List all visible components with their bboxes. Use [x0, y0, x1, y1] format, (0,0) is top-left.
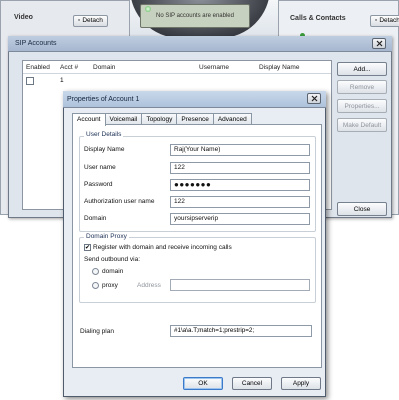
user-details-group-title: User Details: [84, 131, 124, 138]
close-icon: [311, 95, 317, 102]
remove-account-button[interactable]: Remove: [337, 80, 387, 94]
column-header-username[interactable]: Username: [199, 64, 229, 71]
outbound-proxy-radio[interactable]: [92, 282, 99, 289]
auth-user-name-input[interactable]: 122: [170, 196, 310, 208]
auth-user-name-label: Authorization user name: [84, 198, 155, 205]
outbound-domain-label: domain: [102, 268, 124, 275]
column-header-acct[interactable]: Acct #: [60, 64, 78, 71]
dialing-plan-label: Dialing plan: [80, 328, 114, 335]
apply-button[interactable]: Apply: [281, 377, 321, 390]
properties-button[interactable]: Properties...: [337, 99, 387, 113]
display-name-input[interactable]: Raj(Your Name): [170, 144, 310, 156]
ok-button[interactable]: OK: [183, 377, 223, 390]
password-input[interactable]: ●●●●●●●: [170, 179, 310, 191]
tab-account[interactable]: Account: [72, 113, 106, 126]
status-lamp-icon: [145, 6, 151, 12]
send-outbound-label: Send outbound via:: [84, 256, 141, 263]
account-number: 1: [60, 77, 64, 84]
register-checkbox[interactable]: ✔: [84, 244, 91, 251]
detach-label: Detach: [82, 17, 103, 24]
register-label: Register with domain and receive incomin…: [93, 244, 232, 251]
video-panel-title: Video: [14, 14, 33, 21]
detach-icon: ▫: [375, 17, 378, 24]
column-header-display-name[interactable]: Display Name: [259, 64, 299, 71]
calls-panel-title: Calls & Contacts: [290, 15, 346, 22]
dialing-plan-input[interactable]: #1\a\a.T;match=1;prestrip=2;: [170, 325, 312, 337]
proxy-address-input[interactable]: [170, 279, 310, 291]
user-name-input[interactable]: 122: [170, 162, 310, 174]
close-button[interactable]: Close: [337, 202, 387, 216]
video-detach-button[interactable]: ▫ Detach: [73, 15, 108, 27]
column-header-domain[interactable]: Domain: [93, 64, 115, 71]
cancel-button[interactable]: Cancel: [232, 377, 272, 390]
address-label: Address: [137, 282, 161, 289]
outbound-domain-radio[interactable]: [92, 268, 99, 275]
sip-accounts-close-button[interactable]: [372, 38, 386, 49]
properties-close-button[interactable]: [307, 93, 321, 104]
calls-detach-button[interactable]: ▫ Detach: [370, 15, 399, 27]
column-header-enabled[interactable]: Enabled: [26, 64, 50, 71]
password-label: Password: [84, 181, 113, 188]
domain-input[interactable]: yoursipserverip: [170, 213, 310, 225]
detach-icon: ▫: [78, 17, 81, 24]
account-enabled-checkbox[interactable]: [26, 77, 34, 85]
account-properties-title: Properties of Account 1: [67, 96, 140, 103]
sip-accounts-titlebar[interactable]: [8, 36, 392, 52]
checkmark-icon: ✔: [84, 244, 91, 251]
sip-accounts-title: SIP Accounts: [15, 40, 57, 47]
user-name-label: User name: [84, 164, 116, 171]
phone-display: No SIP accounts are enabled: [140, 4, 250, 28]
close-icon: [376, 40, 382, 47]
phone-status-text: No SIP accounts are enabled: [156, 13, 234, 19]
add-account-button[interactable]: Add...: [337, 62, 387, 76]
detach-label: Detach: [379, 17, 399, 24]
outbound-proxy-label: proxy: [102, 282, 118, 289]
make-default-button[interactable]: Make Default: [337, 118, 387, 132]
domain-proxy-group-title: Domain Proxy: [84, 233, 129, 240]
display-name-label: Display Name: [84, 146, 125, 153]
domain-label: Domain: [84, 215, 107, 222]
accounts-list-header: Enabled Acct # Domain Username Display N…: [23, 61, 331, 74]
